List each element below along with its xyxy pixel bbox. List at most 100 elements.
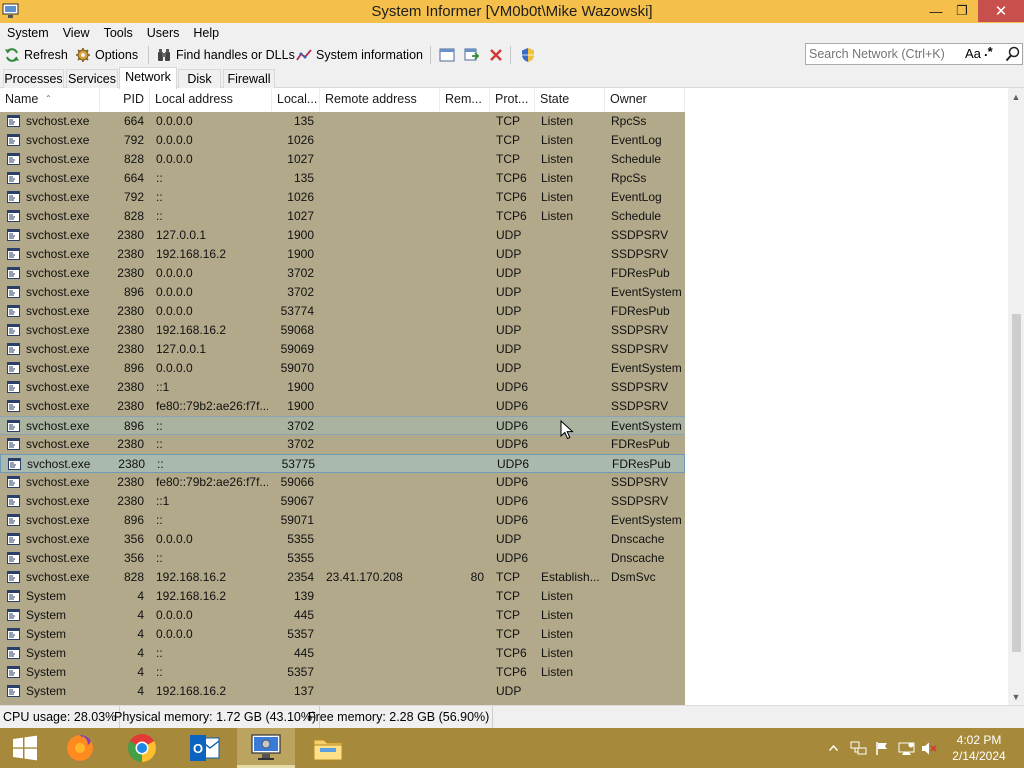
- table-row[interactable]: svchost.exe 664 0.0.0.0 135 TCP Listen RpcSs: [0, 112, 685, 131]
- table-row[interactable]: svchost.exe 828 192.168.16.2 2354 23.41.170.…: [0, 568, 685, 587]
- table-row[interactable]: svchost.exe 2380:: 53775 UDP6 FDResPub: [0, 454, 685, 473]
- file-explorer-icon[interactable]: [299, 728, 357, 768]
- cell-state: [541, 473, 603, 492]
- start-button[interactable]: [0, 728, 50, 768]
- cell-name: svchost.exe: [26, 133, 90, 147]
- minimize-icon[interactable]: —: [922, 0, 950, 22]
- table-row[interactable]: svchost.exe 356 0.0.0.0 5355 UDP Dnscache: [0, 530, 685, 549]
- table-row[interactable]: svchost.exe 2380::1 59067 UDP6 SSDPSRV: [0, 492, 685, 511]
- table-row[interactable]: System 4 0.0.0.0 445 TCP Listen: [0, 606, 685, 625]
- menu-users[interactable]: Users: [140, 23, 187, 43]
- table-row[interactable]: svchost.exe 2380:: 3702 UDP6 FDResPub: [0, 435, 685, 454]
- table-row[interactable]: svchost.exe 2380 127.0.0.1 59069 UDP SSDPSRV: [0, 340, 685, 359]
- flag-icon[interactable]: [873, 728, 891, 768]
- search-icon[interactable]: [1005, 46, 1020, 62]
- table-row[interactable]: svchost.exe 356:: 5355 UDP6 Dnscache: [0, 549, 685, 568]
- network-icon[interactable]: [848, 728, 868, 768]
- close-icon[interactable]: ✕: [978, 0, 1024, 22]
- table-row[interactable]: System 4 0.0.0.0 5357 TCP Listen: [0, 625, 685, 644]
- find-handles-button[interactable]: Find handles or DLLs: [156, 45, 295, 65]
- outlook-icon[interactable]: O: [176, 728, 234, 768]
- table-row[interactable]: svchost.exe 792 0.0.0.0 1026 TCP Listen EventL…: [0, 131, 685, 150]
- column-header-protocol[interactable]: Prot...: [490, 88, 535, 111]
- window-go-icon[interactable]: [463, 46, 481, 64]
- shield-icon[interactable]: [519, 46, 537, 64]
- volume-muted-icon[interactable]: [920, 728, 938, 768]
- table-row[interactable]: System 4:: 445 TCP6 Listen: [0, 644, 685, 663]
- options-button[interactable]: Options: [75, 45, 138, 65]
- table-row[interactable]: svchost.exe 896 0.0.0.0 59070 UDP EventSystem: [0, 359, 685, 378]
- table-row[interactable]: svchost.exe 2380 192.168.16.2 59068 UDP SSDPS…: [0, 321, 685, 340]
- cell-local-port: 137: [293, 684, 314, 698]
- table-row[interactable]: svchost.exe 2380 127.0.0.1 1900 UDP SSDPSRV: [0, 226, 685, 245]
- column-header-owner[interactable]: Owner: [605, 88, 685, 111]
- column-header-pid[interactable]: PID: [100, 88, 150, 111]
- restore-icon[interactable]: ❐: [950, 0, 974, 22]
- cell-name: svchost.exe: [26, 551, 90, 565]
- cell-pid: 2380: [117, 266, 144, 280]
- system-informer-taskbar-icon[interactable]: [237, 728, 295, 768]
- menu-view[interactable]: View: [56, 23, 97, 43]
- process-icon: [7, 305, 20, 317]
- column-header-local-address[interactable]: Local address: [150, 88, 272, 111]
- cell-remote-address: [326, 644, 436, 663]
- case-sensitive-toggle[interactable]: Aa: [965, 46, 981, 61]
- tab-services[interactable]: Services: [66, 69, 118, 88]
- table-row[interactable]: svchost.exe 2380 192.168.16.2 1900 UDP SSDPSR…: [0, 245, 685, 264]
- scroll-up-icon[interactable]: ▲: [1008, 88, 1024, 105]
- table-row[interactable]: svchost.exe 896:: 3702 UDP6 EventSystem: [0, 416, 685, 435]
- menu-tools[interactable]: Tools: [97, 23, 140, 43]
- table-row[interactable]: System 4:: 5357 TCP6 Listen: [0, 663, 685, 682]
- column-header-remote-port[interactable]: Rem...: [440, 88, 490, 111]
- binoculars-icon: [158, 49, 170, 61]
- table-row[interactable]: svchost.exe 896:: 59071 UDP6 EventSystem: [0, 511, 685, 530]
- cell-name: svchost.exe: [26, 342, 90, 356]
- cell-remote-port: [440, 549, 484, 568]
- column-header-remote-address[interactable]: Remote address: [320, 88, 440, 111]
- table-row[interactable]: System 4 192.168.16.2 137 UDP: [0, 682, 685, 701]
- table-row[interactable]: svchost.exe 2380::1 1900 UDP6 SSDPSRV: [0, 378, 685, 397]
- window-title: System Informer [VM0b0t\Mike Wazowski]: [371, 3, 653, 20]
- scroll-down-icon[interactable]: ▼: [1008, 688, 1024, 705]
- table-row[interactable]: svchost.exe 2380 0.0.0.0 53774 UDP FDResPub: [0, 302, 685, 321]
- table-row[interactable]: svchost.exe 828:: 1027 TCP6 Listen Schedule: [0, 207, 685, 226]
- action-center-icon[interactable]: [896, 728, 916, 768]
- cell-pid: 2380: [117, 323, 144, 337]
- chrome-icon[interactable]: [113, 728, 171, 768]
- search-input[interactable]: [809, 46, 959, 62]
- table-row[interactable]: svchost.exe 2380 fe80::79b2:ae26:f7f... 190…: [0, 397, 685, 416]
- cell-protocol: TCP: [496, 589, 520, 603]
- cell-state: [541, 511, 603, 530]
- vertical-scrollbar[interactable]: ▲ ▼: [1008, 88, 1024, 705]
- tab-disk[interactable]: Disk: [178, 69, 221, 88]
- table-row[interactable]: svchost.exe 2380 0.0.0.0 3702 UDP FDResPub: [0, 264, 685, 283]
- options-label: Options: [95, 48, 139, 62]
- table-row[interactable]: System 4 192.168.16.2 139 TCP Listen: [0, 587, 685, 606]
- firefox-icon[interactable]: [51, 728, 109, 768]
- menu-help[interactable]: Help: [186, 23, 226, 43]
- cell-pid: 4: [137, 608, 144, 622]
- cell-name: System: [26, 589, 67, 603]
- table-row[interactable]: svchost.exe 664:: 135 TCP6 Listen RpcSs: [0, 169, 685, 188]
- regex-toggle[interactable]: .*: [984, 44, 993, 59]
- process-icon: [7, 438, 20, 450]
- list-header: ⌃ Name PID Local address Local... Remote…: [0, 88, 1008, 111]
- column-header-local-port[interactable]: Local...: [272, 88, 320, 111]
- terminate-icon[interactable]: [487, 46, 505, 64]
- table-row[interactable]: svchost.exe 828 0.0.0.0 1027 TCP Listen Schedu…: [0, 150, 685, 169]
- refresh-button[interactable]: Refresh: [4, 45, 68, 65]
- menu-system[interactable]: System: [0, 23, 56, 43]
- tab-processes[interactable]: Processes: [3, 69, 64, 88]
- clock[interactable]: 4:02 PM 2/14/2024: [938, 732, 1020, 764]
- system-information-button[interactable]: System information: [296, 45, 423, 65]
- tab-firewall[interactable]: Firewall: [223, 69, 275, 88]
- column-header-state[interactable]: State: [535, 88, 605, 111]
- scrollbar-thumb[interactable]: [1012, 314, 1021, 652]
- tab-network[interactable]: Network: [119, 67, 177, 89]
- table-row[interactable]: svchost.exe 896 0.0.0.0 3702 UDP EventSystem: [0, 283, 685, 302]
- column-header-name[interactable]: ⌃ Name: [0, 88, 100, 111]
- show-hidden-icons-chevron[interactable]: [826, 728, 840, 768]
- window-icon[interactable]: [438, 46, 456, 64]
- table-row[interactable]: svchost.exe 792:: 1026 TCP6 Listen EventLog: [0, 188, 685, 207]
- table-row[interactable]: svchost.exe 2380 fe80::79b2:ae26:f7f... 590…: [0, 473, 685, 492]
